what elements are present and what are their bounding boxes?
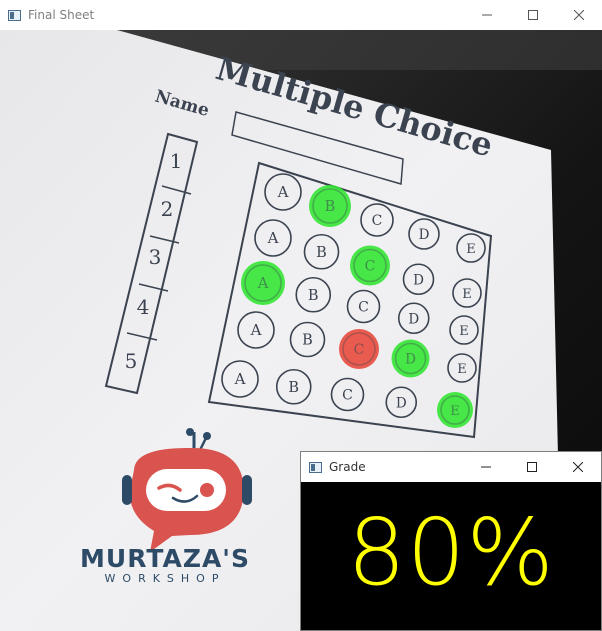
final-sheet-titlebar[interactable]: Final Sheet <box>0 0 602 30</box>
grade-display: 80% <box>301 482 601 630</box>
answer-bubble-label: D <box>396 395 407 411</box>
answer-bubble-label: A <box>267 229 279 247</box>
answer-bubble-label: B <box>302 333 313 349</box>
answer-bubble-label: B <box>308 288 319 304</box>
maximize-button[interactable] <box>510 0 556 30</box>
maximize-icon <box>528 10 538 20</box>
answer-bubble-label: C <box>354 342 365 358</box>
question-number-1: 1 <box>170 149 183 173</box>
answer-bubble-label: D <box>405 352 416 368</box>
question-number-5: 5 <box>125 349 138 373</box>
minimize-button[interactable] <box>463 452 509 482</box>
answer-bubble-label: C <box>342 388 353 404</box>
answer-bubble-label: A <box>234 370 246 388</box>
answer-bubble-label: E <box>459 324 469 339</box>
grade-window: Grade 80% <box>300 451 602 631</box>
answer-bubble-label: D <box>408 311 419 327</box>
close-icon <box>574 10 584 20</box>
close-button[interactable] <box>556 0 602 30</box>
answer-bubble-label: D <box>413 272 424 288</box>
grade-titlebar[interactable]: Grade <box>301 452 601 482</box>
answer-bubble-label: A <box>257 274 269 292</box>
logo-brand-name: MURTAZA'S <box>80 544 250 573</box>
app-window-icon <box>309 461 322 473</box>
window-controls <box>463 452 601 482</box>
logo-brand-subtitle: WORKSHOP <box>105 572 226 585</box>
maximize-button[interactable] <box>509 452 555 482</box>
question-number-4: 4 <box>137 295 150 319</box>
question-number-3: 3 <box>149 245 162 269</box>
window-title: Grade <box>329 460 366 474</box>
minimize-icon <box>481 466 491 468</box>
answer-bubble-label: B <box>316 245 327 261</box>
question-number-2: 2 <box>161 197 174 221</box>
grade-percentage: 80% <box>347 498 555 606</box>
answer-bubble-label: B <box>288 380 299 396</box>
answer-bubble-label: C <box>372 213 383 229</box>
window-controls <box>464 0 602 30</box>
answer-bubble-label: C <box>365 259 376 275</box>
answer-bubble-label: E <box>466 242 476 257</box>
answer-bubble-label: E <box>462 287 472 302</box>
maximize-icon <box>527 462 537 472</box>
answer-bubble-label: E <box>450 404 460 419</box>
app-window-icon <box>8 9 21 21</box>
window-title: Final Sheet <box>28 8 95 22</box>
answer-bubble-label: D <box>419 227 430 243</box>
minimize-icon <box>482 14 492 16</box>
answer-bubble-label: A <box>277 183 289 201</box>
answer-bubble-label: C <box>358 300 369 316</box>
close-button[interactable] <box>555 452 601 482</box>
close-icon <box>573 462 583 472</box>
answer-bubble-label: B <box>325 199 336 215</box>
answer-bubble-label: E <box>457 362 467 377</box>
minimize-button[interactable] <box>464 0 510 30</box>
answer-bubble-label: A <box>250 321 262 339</box>
